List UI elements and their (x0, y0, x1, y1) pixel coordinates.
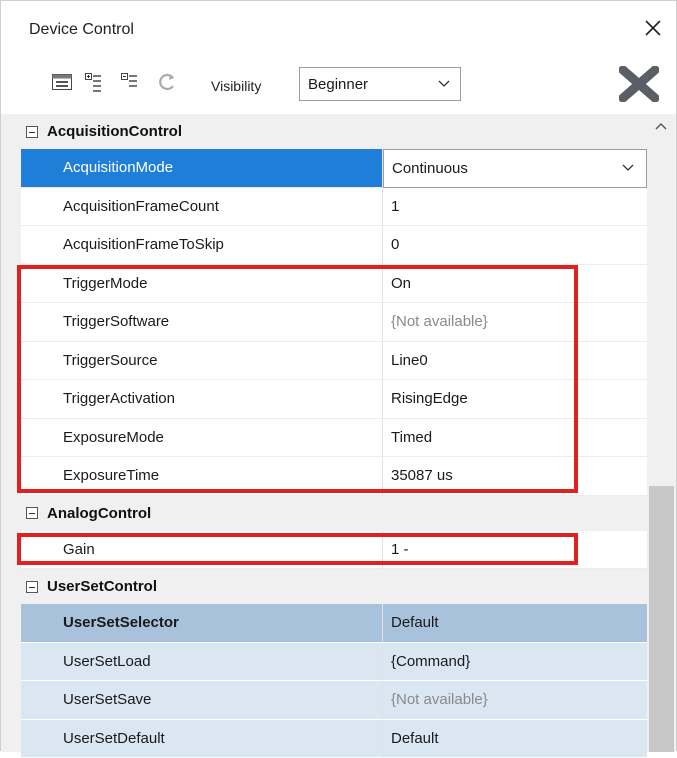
property-row[interactable]: AcquisitionFrameCount 1 (21, 188, 647, 227)
property-row[interactable]: UserSetDefault Default (21, 720, 647, 758)
property-name: UserSetSave (21, 681, 383, 720)
property-value[interactable]: Default (383, 604, 647, 643)
collapse-icon[interactable] (26, 507, 38, 519)
collapse-icon[interactable] (26, 126, 38, 138)
collapse-all-button[interactable] (119, 71, 141, 93)
refresh-button[interactable] (156, 71, 178, 93)
property-name: TriggerActivation (21, 380, 383, 419)
property-value[interactable]: 35087 us (383, 457, 647, 496)
property-row[interactable]: UserSetLoad {Command} (21, 643, 647, 682)
property-row[interactable]: UserSetSelector Default (21, 604, 647, 643)
vertical-scrollbar[interactable] (647, 114, 676, 752)
category-analog-control[interactable]: AnalogControl (21, 496, 647, 531)
disconnect-button[interactable] (619, 66, 659, 102)
refresh-icon (156, 71, 178, 93)
property-row[interactable]: ExposureMode Timed (21, 419, 647, 458)
close-icon (644, 19, 662, 37)
property-value: {Not available} (383, 681, 647, 720)
collapse-all-icon (119, 71, 141, 93)
property-value-dropdown[interactable]: Continuous (383, 149, 647, 188)
device-control-window: Device Control (0, 0, 677, 751)
expand-all-button[interactable] (83, 71, 105, 93)
window-title: Device Control (29, 21, 134, 39)
category-label: UserSetControl (47, 578, 157, 595)
category-acquisition-control[interactable]: AcquisitionControl (21, 114, 647, 149)
visibility-select[interactable]: Beginner (299, 67, 461, 101)
title-bar: Device Control (1, 1, 676, 56)
property-row[interactable]: TriggerSource Line0 (21, 342, 647, 381)
grid-gutter (1, 114, 21, 752)
property-name: UserSetLoad (21, 643, 383, 682)
property-value[interactable]: On (383, 265, 647, 304)
property-name: TriggerSoftware (21, 303, 383, 342)
property-name: UserSetDefault (21, 720, 383, 758)
scroll-up-icon[interactable] (655, 122, 667, 130)
property-value: {Not available} (383, 303, 647, 342)
property-value[interactable]: Line0 (383, 342, 647, 381)
property-value[interactable]: Timed (383, 419, 647, 458)
property-value[interactable]: RisingEdge (383, 380, 647, 419)
toolbar: Visibility Beginner (1, 56, 676, 112)
expand-all-icon (83, 71, 105, 93)
property-row[interactable]: AcquisitionFrameToSkip 0 (21, 226, 647, 265)
property-name: UserSetSelector (21, 604, 383, 643)
category-label: AnalogControl (47, 505, 151, 522)
property-name: Gain (21, 531, 383, 570)
property-name: ExposureTime (21, 457, 383, 496)
property-row[interactable]: TriggerActivation RisingEdge (21, 380, 647, 419)
disconnect-icon (619, 66, 659, 102)
property-value[interactable]: 0 (383, 226, 647, 265)
property-name: AcquisitionMode (21, 149, 383, 188)
dropdown-value: Continuous (392, 160, 468, 177)
property-value[interactable]: Default (383, 720, 647, 758)
property-row[interactable]: ExposureTime 35087 us (21, 457, 647, 496)
categorized-view-icon (51, 71, 73, 93)
visibility-value: Beginner (308, 76, 368, 93)
categorized-view-button[interactable] (51, 71, 73, 93)
category-userset-control[interactable]: UserSetControl (21, 569, 647, 604)
property-value[interactable]: {Command} (383, 643, 647, 682)
chevron-down-icon (622, 164, 634, 172)
category-label: AcquisitionControl (47, 123, 182, 140)
property-name: TriggerSource (21, 342, 383, 381)
close-button[interactable] (640, 15, 666, 41)
property-name: TriggerMode (21, 265, 383, 304)
property-grid: AcquisitionControl AcquisitionMode Conti… (21, 114, 647, 758)
property-name: ExposureMode (21, 419, 383, 458)
property-row[interactable]: UserSetSave {Not available} (21, 681, 647, 720)
property-value[interactable]: 1 - (383, 531, 647, 570)
property-row[interactable]: Gain 1 - (21, 531, 647, 570)
property-row[interactable]: AcquisitionMode Continuous (21, 149, 647, 188)
property-row[interactable]: TriggerMode On (21, 265, 647, 304)
property-value[interactable]: 1 (383, 188, 647, 227)
visibility-label: Visibility (211, 78, 261, 94)
scrollbar-thumb[interactable] (649, 486, 674, 752)
collapse-icon[interactable] (26, 581, 38, 593)
property-name: AcquisitionFrameToSkip (21, 226, 383, 265)
property-row[interactable]: TriggerSoftware {Not available} (21, 303, 647, 342)
chevron-down-icon (438, 80, 450, 88)
property-name: AcquisitionFrameCount (21, 188, 383, 227)
